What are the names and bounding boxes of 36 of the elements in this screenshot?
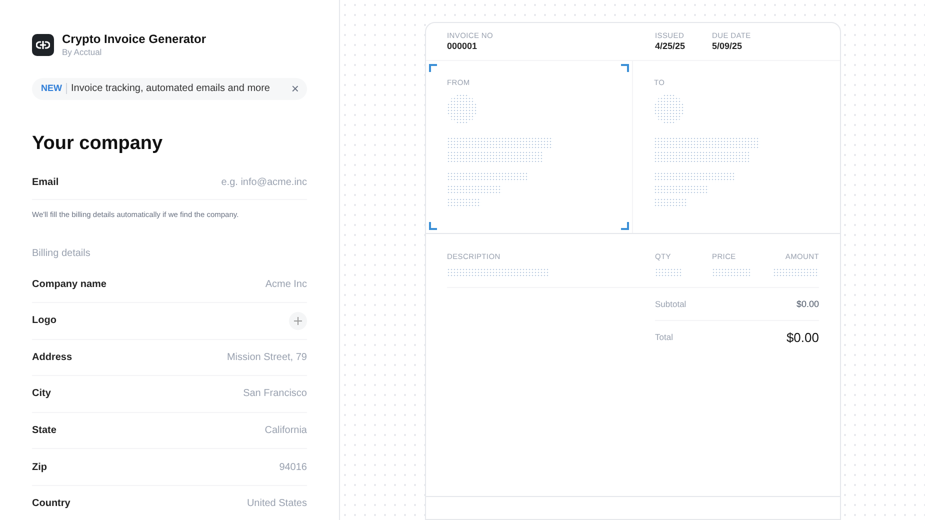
input-field[interactable]: United States — [157, 496, 307, 512]
section-title: Your company — [32, 132, 164, 156]
field-label: Address — [32, 350, 72, 365]
corner-mark — [429, 64, 437, 72]
corner-mark — [429, 222, 437, 230]
app-logo-icon — [32, 34, 54, 56]
total-label: Subtotal — [655, 298, 686, 311]
corner-mark — [621, 64, 629, 72]
new-label: NEW — [41, 82, 62, 95]
field-label: Logo — [32, 314, 56, 328]
app-byline: By Acctual — [62, 47, 103, 58]
input-field[interactable]: San Francisco — [157, 386, 307, 402]
input-field[interactable]: e.g. info@acme.inc — [157, 175, 307, 190]
add-logo-button[interactable] — [289, 312, 307, 330]
field-label: Email — [32, 176, 59, 190]
total-value: $0.00 — [786, 329, 819, 347]
banner-text: Invoice tracking, automated emails and more — [71, 82, 270, 96]
corner-mark — [621, 222, 629, 230]
field-label: State — [32, 424, 56, 438]
subsection-title: Billing details — [32, 247, 92, 262]
field-label: Zip — [32, 460, 47, 475]
plus-icon — [294, 316, 302, 325]
app-title: Crypto Invoice Generator — [62, 32, 206, 47]
close-button[interactable]: × — [291, 82, 299, 96]
total-value: $0.00 — [796, 298, 819, 310]
total-label: Total — [655, 331, 673, 344]
input-field[interactable]: Acme Inc — [157, 276, 307, 292]
input-field[interactable]: 94016 — [157, 460, 307, 475]
field-label: Company name — [32, 278, 106, 292]
field-value: 4/25/25 — [655, 40, 686, 52]
field-value: 5/09/25 — [712, 40, 744, 52]
input-field[interactable]: California — [157, 423, 307, 438]
input-field[interactable]: Mission Street, 79 — [157, 350, 307, 365]
field-label: Country — [32, 497, 70, 512]
field-value: 000001 — [447, 40, 478, 52]
field-label: City — [32, 387, 51, 402]
